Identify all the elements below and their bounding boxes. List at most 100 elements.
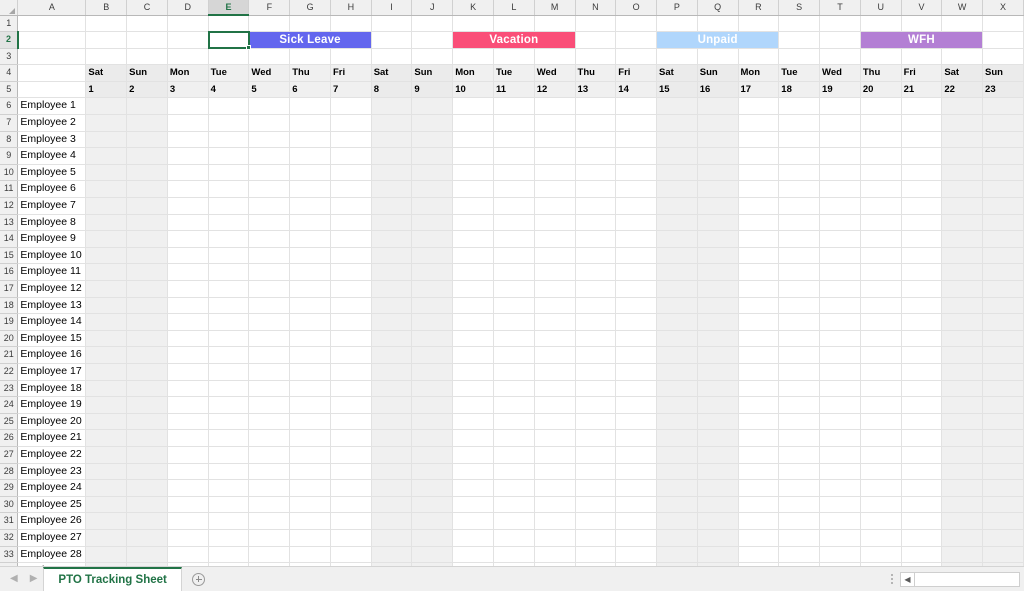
cell-D11[interactable] <box>167 180 209 199</box>
weekday-header-p[interactable]: Sat <box>656 64 698 82</box>
cell-J19[interactable] <box>411 313 454 331</box>
cell-V14[interactable] <box>901 230 943 248</box>
cell-V23[interactable] <box>901 380 943 398</box>
employee-name-cell[interactable]: Employee 18 <box>17 380 87 398</box>
cell-E7[interactable] <box>208 114 250 132</box>
cell-G9[interactable] <box>289 147 331 165</box>
cell-Q12[interactable] <box>697 197 739 215</box>
cell-M8[interactable] <box>534 131 576 149</box>
column-header-v[interactable]: V <box>901 0 943 16</box>
cell-P12[interactable] <box>656 197 698 215</box>
cell-C10[interactable] <box>126 164 168 182</box>
cell-O8[interactable] <box>615 131 657 149</box>
cell-O9[interactable] <box>615 147 657 165</box>
employee-name-cell[interactable]: Employee 16 <box>17 346 87 364</box>
column-header-f[interactable]: F <box>248 0 291 16</box>
cell-L21[interactable] <box>493 346 535 364</box>
cell-T28[interactable] <box>819 463 861 481</box>
employee-name-cell[interactable]: Employee 15 <box>17 330 87 348</box>
cell-N13[interactable] <box>575 214 617 232</box>
grid-body[interactable]: 1 2 Sick Leave Vacation Unpaid WFH 3 4 Sat Sun Mon… <box>0 15 1024 566</box>
cell-G23[interactable] <box>289 380 331 398</box>
cell-M27[interactable] <box>534 446 576 464</box>
cell-V25[interactable] <box>901 413 943 431</box>
cell-N3[interactable] <box>575 48 617 66</box>
cell-H26[interactable] <box>330 429 372 447</box>
employee-name-cell[interactable]: Employee 6 <box>17 180 87 199</box>
cell-T1[interactable] <box>819 15 861 33</box>
cell-N23[interactable] <box>575 380 617 398</box>
cell-K14[interactable] <box>452 230 494 248</box>
cell-O14[interactable] <box>615 230 657 248</box>
cell-P18[interactable] <box>656 297 698 315</box>
cell-O22[interactable] <box>615 363 657 381</box>
cell-I3[interactable] <box>371 48 413 66</box>
cell-G15[interactable] <box>289 247 331 265</box>
cell-R7[interactable] <box>738 114 780 132</box>
cell-D20[interactable] <box>167 330 209 348</box>
cell-H13[interactable] <box>330 214 372 232</box>
row-header-2[interactable]: 2 <box>0 31 19 49</box>
cell-V13[interactable] <box>901 214 943 232</box>
cell-M30[interactable] <box>534 496 576 514</box>
date-header-n[interactable]: 13 <box>575 81 617 99</box>
cell-H25[interactable] <box>330 413 372 431</box>
date-header-t[interactable]: 19 <box>819 81 861 99</box>
date-header-r[interactable]: 17 <box>738 81 780 99</box>
employee-name-cell[interactable]: Employee 3 <box>17 131 87 149</box>
cell-M31[interactable] <box>534 512 576 530</box>
cell-C19[interactable] <box>126 313 168 331</box>
cell-T21[interactable] <box>819 346 861 364</box>
cell-H30[interactable] <box>330 496 372 514</box>
cell-G7[interactable] <box>289 114 331 132</box>
cell-V22[interactable] <box>901 363 943 381</box>
cell-D24[interactable] <box>167 396 209 414</box>
date-header-b[interactable]: 1 <box>85 81 128 99</box>
cell-T27[interactable] <box>819 446 861 464</box>
cell-M16[interactable] <box>534 263 576 281</box>
cell-D3[interactable] <box>167 48 209 66</box>
cell-B30[interactable] <box>85 496 128 514</box>
cell-X23[interactable] <box>982 380 1024 398</box>
cell-G6[interactable] <box>289 97 331 116</box>
employee-name-cell[interactable]: Employee 9 <box>17 230 87 248</box>
cell-N27[interactable] <box>575 446 617 464</box>
cell-K11[interactable] <box>452 180 494 199</box>
cell-Q1[interactable] <box>697 15 739 33</box>
cell-K22[interactable] <box>452 363 494 381</box>
cell-V26[interactable] <box>901 429 943 447</box>
cell-W9[interactable] <box>941 147 984 165</box>
cell-C21[interactable] <box>126 346 168 364</box>
cell-W3[interactable] <box>941 48 984 66</box>
row-header-25[interactable]: 25 <box>0 413 19 431</box>
legend-bar-wfh[interactable]: WFH <box>860 31 984 49</box>
cell-N17[interactable] <box>575 280 617 298</box>
cell-J21[interactable] <box>411 346 454 364</box>
cell-M6[interactable] <box>534 97 576 116</box>
cell-F13[interactable] <box>248 214 291 232</box>
cell-C20[interactable] <box>126 330 168 348</box>
cell-U22[interactable] <box>860 363 902 381</box>
cell-G33[interactable] <box>289 546 331 564</box>
cell-E27[interactable] <box>208 446 250 464</box>
cell-W19[interactable] <box>941 313 984 331</box>
cell-L32[interactable] <box>493 529 535 547</box>
weekday-header-u[interactable]: Thu <box>860 64 902 82</box>
cell-C3[interactable] <box>126 48 168 66</box>
date-header-q[interactable]: 16 <box>697 81 739 99</box>
cell-M22[interactable] <box>534 363 576 381</box>
cell-E23[interactable] <box>208 380 250 398</box>
cell-P31[interactable] <box>656 512 698 530</box>
cell-Q9[interactable] <box>697 147 739 165</box>
column-header-o[interactable]: O <box>615 0 657 16</box>
cell-S19[interactable] <box>778 313 821 331</box>
weekday-header-g[interactable]: Thu <box>289 64 331 82</box>
row-header-20[interactable]: 20 <box>0 330 19 348</box>
weekday-header-k[interactable]: Mon <box>452 64 494 82</box>
cell-Q24[interactable] <box>697 396 739 414</box>
select-all-corner[interactable] <box>0 0 19 16</box>
cell-S28[interactable] <box>778 463 821 481</box>
cell-L25[interactable] <box>493 413 535 431</box>
cell-E29[interactable] <box>208 479 250 497</box>
cell-Q25[interactable] <box>697 413 739 431</box>
